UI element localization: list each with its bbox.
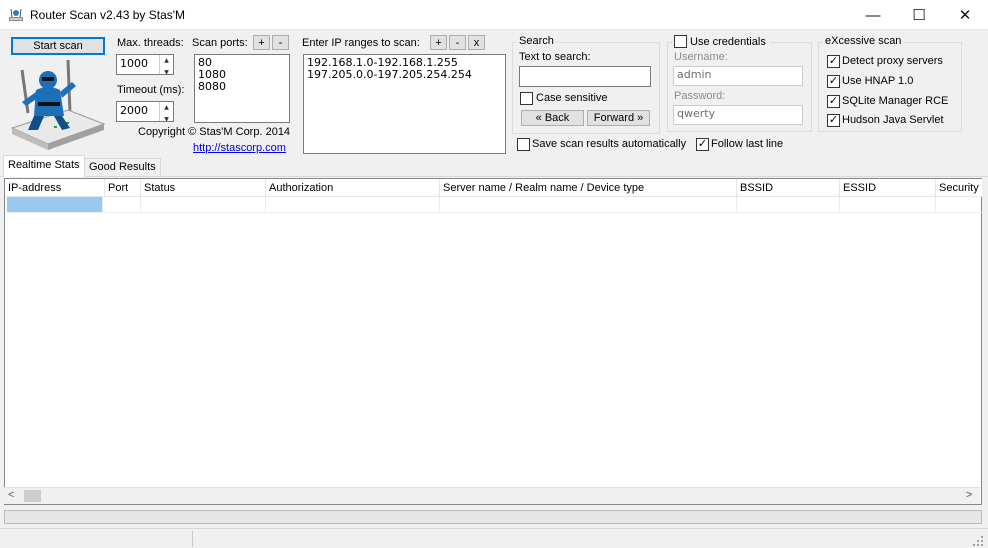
username-field[interactable]: admin <box>673 66 803 86</box>
back-button[interactable]: « Back <box>521 110 584 126</box>
ip-ranges-label: Enter IP ranges to scan: <box>302 37 420 49</box>
use-hnap-checkbox[interactable]: ✓ <box>827 75 840 88</box>
close-button[interactable]: ✕ <box>942 0 988 30</box>
search-group-title: Search <box>517 35 556 47</box>
table-cell[interactable] <box>840 197 936 213</box>
timeout-spinbox[interactable]: 2000 ▲ ▼ <box>116 101 174 123</box>
results-table[interactable]: IP-address Port Status Authorization Ser… <box>4 178 982 505</box>
copyright-text: Copyright © Stas'M Corp. 2014 <box>138 126 291 138</box>
spin-up-icon[interactable]: ▲ <box>160 102 173 114</box>
spin-down-icon[interactable]: ▼ <box>160 114 173 126</box>
list-item[interactable]: 197.205.0.0-197.205.254.254 <box>307 69 502 81</box>
sqlite-rce-label: SQLite Manager RCE <box>842 95 949 107</box>
save-auto-label: Save scan results automatically <box>532 138 687 150</box>
tab-realtime-stats[interactable]: Realtime Stats <box>3 155 85 177</box>
maximize-button[interactable]: ☐ <box>896 0 942 30</box>
use-credentials-checkbox[interactable] <box>674 35 687 48</box>
scroll-left-icon[interactable]: < <box>8 489 14 501</box>
minimize-button[interactable]: — <box>850 0 896 30</box>
column-status[interactable]: Status <box>141 179 266 197</box>
column-authorization[interactable]: Authorization <box>266 179 440 197</box>
scan-progress-bar <box>4 510 982 524</box>
forward-button[interactable]: Forward » <box>587 110 650 126</box>
max-threads-value: 1000 <box>120 57 148 70</box>
follow-last-label: Follow last line <box>711 138 784 150</box>
hudson-servlet-label: Hudson Java Servlet <box>842 114 944 126</box>
remove-port-button[interactable]: - <box>272 35 289 50</box>
horizontal-scrollbar[interactable]: < > <box>4 487 980 504</box>
table-row-selected-cell[interactable] <box>7 197 103 213</box>
status-bar <box>0 528 988 548</box>
timeout-spinner[interactable]: ▲ ▼ <box>159 102 173 123</box>
table-cell[interactable] <box>141 197 266 213</box>
status-divider <box>192 531 193 547</box>
detect-proxy-checkbox[interactable]: ✓ <box>827 55 840 68</box>
table-cell[interactable] <box>936 197 982 213</box>
ip-ranges-list[interactable]: 192.168.1.0-192.168.1.255 197.205.0.0-19… <box>303 54 506 154</box>
detect-proxy-label: Detect proxy servers <box>842 55 943 67</box>
scroll-right-icon[interactable]: > <box>966 489 972 501</box>
max-threads-spinner[interactable]: ▲ ▼ <box>159 55 173 76</box>
follow-last-checkbox[interactable]: ✓ <box>696 138 709 151</box>
hudson-servlet-checkbox[interactable]: ✓ <box>827 114 840 127</box>
scan-ports-label: Scan ports: <box>192 37 248 49</box>
app-icon <box>9 8 23 21</box>
password-field[interactable]: qwerty <box>673 105 803 125</box>
list-item[interactable]: 8080 <box>198 81 286 93</box>
search-input[interactable] <box>519 66 651 87</box>
ports-list[interactable]: 80 1080 8080 <box>194 54 290 123</box>
window-title: Router Scan v2.43 by Stas'M <box>30 8 186 22</box>
password-label: Password: <box>674 90 726 102</box>
timeout-value: 2000 <box>120 104 148 117</box>
column-port[interactable]: Port <box>105 179 141 197</box>
add-port-button[interactable]: + <box>253 35 270 50</box>
excessive-scan-title: eXcessive scan <box>823 35 904 47</box>
table-cell[interactable] <box>440 197 737 213</box>
column-server-name[interactable]: Server name / Realm name / Device type <box>440 179 737 197</box>
timeout-label: Timeout (ms): <box>117 84 185 96</box>
remove-range-button[interactable]: - <box>449 35 466 50</box>
max-threads-label: Max. threads: <box>117 37 184 49</box>
column-ip-address[interactable]: IP-address <box>5 179 105 197</box>
table-cell[interactable] <box>266 197 440 213</box>
column-security[interactable]: Security <box>936 179 982 197</box>
max-threads-spinbox[interactable]: 1000 ▲ ▼ <box>116 54 174 76</box>
tab-good-results[interactable]: Good Results <box>84 158 161 177</box>
case-sensitive-label: Case sensitive <box>536 92 608 104</box>
save-auto-checkbox[interactable] <box>517 138 530 151</box>
add-range-button[interactable]: + <box>430 35 447 50</box>
column-essid[interactable]: ESSID <box>840 179 936 197</box>
start-scan-button[interactable]: Start scan <box>11 37 105 55</box>
spin-up-icon[interactable]: ▲ <box>160 55 173 67</box>
table-cell[interactable] <box>105 197 141 213</box>
table-cell[interactable] <box>737 197 840 213</box>
sqlite-rce-checkbox[interactable]: ✓ <box>827 95 840 108</box>
router-mascot-icon <box>10 59 106 150</box>
case-sensitive-checkbox[interactable] <box>520 92 533 105</box>
title-bar: Router Scan v2.43 by Stas'M — ☐ ✕ <box>0 0 988 30</box>
scrollbar-thumb[interactable] <box>24 490 41 502</box>
resize-grip-icon[interactable] <box>972 535 984 547</box>
column-bssid[interactable]: BSSID <box>737 179 840 197</box>
username-label: Username: <box>674 51 728 63</box>
clear-ranges-button[interactable]: x <box>468 35 485 50</box>
text-to-search-label: Text to search: <box>519 51 591 63</box>
use-credentials-label: Use credentials <box>690 36 766 48</box>
website-link[interactable]: http://stascorp.com <box>193 142 286 154</box>
use-hnap-label: Use HNAP 1.0 <box>842 75 914 87</box>
spin-down-icon[interactable]: ▼ <box>160 67 173 79</box>
